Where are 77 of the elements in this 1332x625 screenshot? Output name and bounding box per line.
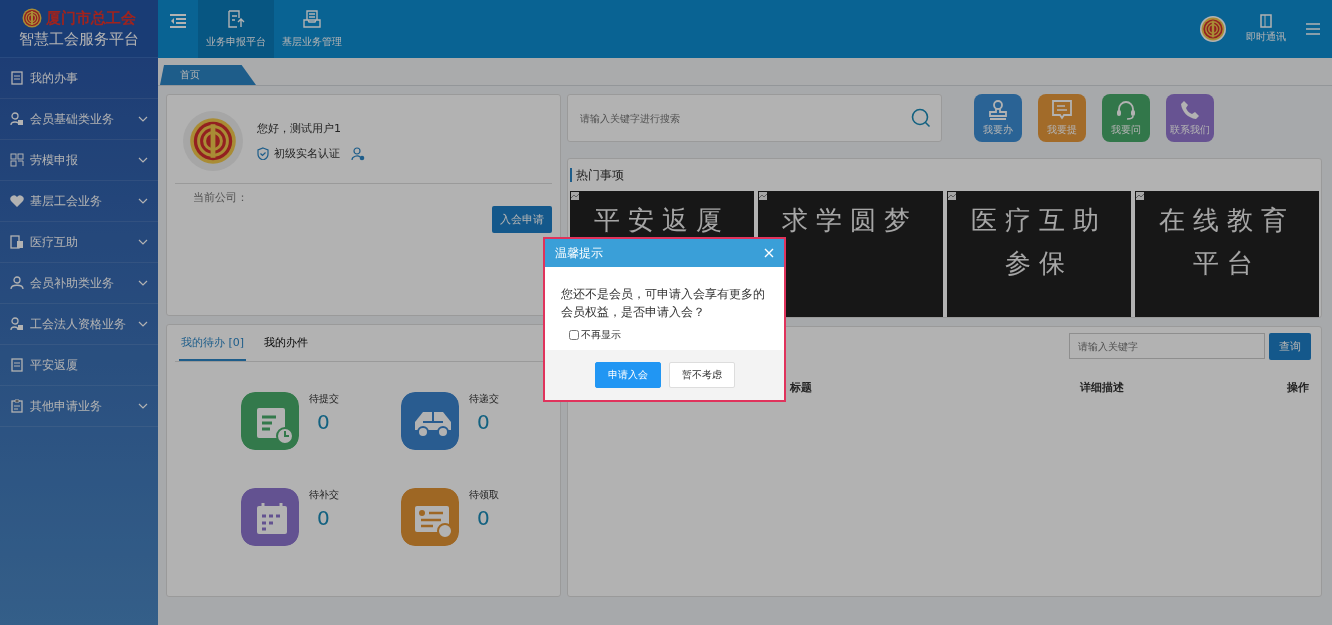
logo-subtitle: 智慧工会服务平台 <box>19 30 139 49</box>
quick-action-button[interactable]: 我要办 <box>974 94 1022 142</box>
join-button[interactable]: 入会申请 <box>492 206 552 233</box>
broken-image-icon <box>758 191 769 201</box>
decline-button[interactable]: 暂不考虑 <box>668 362 735 388</box>
stat-count: 0 <box>316 410 331 434</box>
menu-icon[interactable] <box>1306 23 1320 35</box>
task-tab[interactable]: 我的办件 <box>262 325 311 361</box>
tile-text: 平安返厦 <box>594 204 731 237</box>
card-tile-icon[interactable] <box>401 488 459 546</box>
column-header: 操作 <box>1287 380 1309 395</box>
stat-count: 0 <box>476 410 491 434</box>
stamp-icon <box>987 99 1009 121</box>
clipboard-icon <box>10 399 24 413</box>
column-header: 标题 <box>790 380 813 395</box>
topic-tile[interactable]: 在线教育 平台 <box>1134 191 1319 317</box>
phone-icon <box>1179 99 1201 121</box>
keyword-field[interactable]: 请输入关键字 <box>1069 333 1265 359</box>
quick-action-button[interactable]: 我要提 <box>1038 94 1086 142</box>
stat-label: 待领取 <box>469 488 499 502</box>
close-icon[interactable] <box>764 248 774 258</box>
upload-document-icon <box>226 9 246 29</box>
checkbox[interactable] <box>569 329 579 340</box>
chat-button[interactable]: 即时通讯 <box>1240 13 1292 45</box>
users-icon <box>10 112 24 126</box>
nav-tab[interactable]: 业务申报平台 <box>198 0 274 58</box>
stat-label: 待补交 <box>309 488 339 502</box>
verification-text: 初级实名认证 <box>274 146 340 161</box>
form-tile-icon[interactable] <box>241 392 299 450</box>
greeting-text: 您好，测试用户1 <box>257 121 342 136</box>
company-label: 当前公司： <box>193 190 248 206</box>
broken-image-icon <box>946 191 957 201</box>
medical-icon <box>10 235 24 249</box>
stat-label: 待提交 <box>309 392 339 406</box>
column-header: 详细描述 <box>1079 380 1125 395</box>
search-field[interactable]: 请输入关键字进行搜索 <box>578 111 911 125</box>
search-icon[interactable] <box>911 108 931 128</box>
person-lock-icon <box>10 317 24 331</box>
user-settings-icon[interactable] <box>351 146 365 161</box>
topic-tile[interactable]: 医疗互助 参保 <box>946 191 1131 317</box>
heart-icon <box>10 194 24 208</box>
grid-icon <box>10 153 24 167</box>
quick-action-button[interactable]: 我要问 <box>1102 94 1150 142</box>
message-icon <box>1051 99 1073 121</box>
tile-text: 在线教育 <box>1158 204 1295 237</box>
car-tile-icon[interactable] <box>401 392 459 450</box>
quick-action-button[interactable]: 联系我们 <box>1166 94 1214 142</box>
emblem-icon <box>22 8 42 28</box>
tile-text: 医疗互助 <box>970 204 1107 237</box>
person-icon <box>10 276 24 290</box>
apply-button[interactable]: 申请入会 <box>594 362 661 388</box>
stat-label: 待递交 <box>469 392 499 406</box>
task-tab[interactable]: 我的待办 [0] <box>179 325 247 361</box>
emblem-icon <box>1201 17 1225 41</box>
stat-count: 0 <box>316 506 331 530</box>
notebook-icon <box>1259 14 1273 28</box>
tile-text: 求学圆梦 <box>782 204 919 237</box>
query-button[interactable]: 查询 <box>1269 333 1311 360</box>
nav-tab[interactable]: 基层业务管理 <box>274 0 350 58</box>
emblem-icon <box>189 117 237 165</box>
shield-check-icon <box>257 147 269 160</box>
doc-icon <box>10 71 24 85</box>
checkbox-label: 不再显示 <box>581 328 621 342</box>
tile-text: 参保 <box>1004 247 1073 280</box>
stat-count: 0 <box>476 506 491 530</box>
page-tab[interactable]: 首页 <box>160 65 256 85</box>
dialog-title: 温馨提示 <box>555 244 603 262</box>
section-title: 热门事项 <box>576 166 624 184</box>
calendar-tile-icon[interactable] <box>241 488 299 546</box>
tile-text: 平台 <box>1192 247 1261 280</box>
logo-title: 厦门市总工会 <box>46 8 136 28</box>
doc-icon <box>10 358 24 372</box>
broken-image-icon <box>570 191 580 201</box>
document-tray-icon <box>302 9 322 29</box>
headset-icon <box>1115 99 1137 121</box>
sidebar-toggle-icon[interactable] <box>170 14 186 28</box>
broken-image-icon <box>1134 191 1145 201</box>
